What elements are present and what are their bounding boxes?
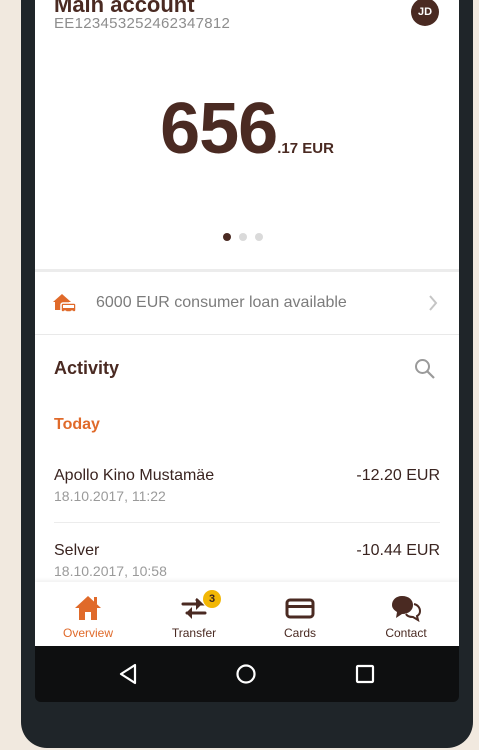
bottom-tab-bar: Overview 3 Transfer Cards Contact xyxy=(35,582,459,646)
balance-main: 656 xyxy=(160,89,278,169)
transaction-amount: -10.44 EUR xyxy=(356,542,440,559)
back-icon[interactable] xyxy=(117,662,141,686)
activity-title: Activity xyxy=(54,358,120,378)
divider xyxy=(54,522,440,523)
divider xyxy=(35,334,459,335)
transaction-row[interactable]: Selver 18.10.2017, 10:58 -10.44 EUR xyxy=(54,542,440,579)
chevron-right-icon xyxy=(427,293,439,318)
balance-decimal: .17 EUR xyxy=(277,140,334,157)
transaction-row[interactable]: Apollo Kino Mustamäe 18.10.2017, 11:22 -… xyxy=(54,467,440,504)
tab-contact[interactable]: Contact xyxy=(353,582,459,646)
notification-badge: 3 xyxy=(203,590,221,608)
carousel-dot[interactable] xyxy=(239,233,247,241)
section-header-today: Today xyxy=(54,416,100,433)
chat-bubbles-icon xyxy=(353,594,459,622)
tab-label: Transfer xyxy=(171,626,217,640)
transaction-date: 18.10.2017, 11:22 xyxy=(54,488,166,504)
house-car-icon xyxy=(52,291,78,320)
tab-cards[interactable]: Cards xyxy=(247,582,353,646)
transfer-arrows-icon xyxy=(141,594,247,622)
app-screen: Main account EE123453252462347812 JD 656… xyxy=(35,0,459,646)
transaction-amount: -12.20 EUR xyxy=(356,467,440,484)
account-iban: EE123453252462347812 xyxy=(54,15,231,32)
avatar[interactable]: JD xyxy=(411,0,439,26)
search-icon[interactable] xyxy=(413,357,437,386)
carousel-dots[interactable] xyxy=(223,233,263,241)
home-icon xyxy=(35,594,141,622)
android-navigation-bar xyxy=(35,646,459,702)
tab-transfer[interactable]: 3 Transfer xyxy=(141,582,247,646)
carousel-dot[interactable] xyxy=(255,233,263,241)
tab-overview[interactable]: Overview xyxy=(35,582,141,646)
transaction-date: 18.10.2017, 10:58 xyxy=(54,563,167,579)
loan-offer-row[interactable]: 6000 EUR consumer loan available xyxy=(35,272,459,334)
tab-label: Cards xyxy=(283,626,316,640)
tab-label: Contact xyxy=(385,626,427,640)
loan-offer-text: 6000 EUR consumer loan available xyxy=(96,294,347,311)
tab-label: Overview xyxy=(62,626,113,640)
balance: 656.17 EUR xyxy=(35,88,459,170)
home-circle-icon[interactable] xyxy=(234,662,258,686)
carousel-dot[interactable] xyxy=(223,233,231,241)
recents-icon[interactable] xyxy=(353,662,377,686)
card-icon xyxy=(247,594,353,622)
